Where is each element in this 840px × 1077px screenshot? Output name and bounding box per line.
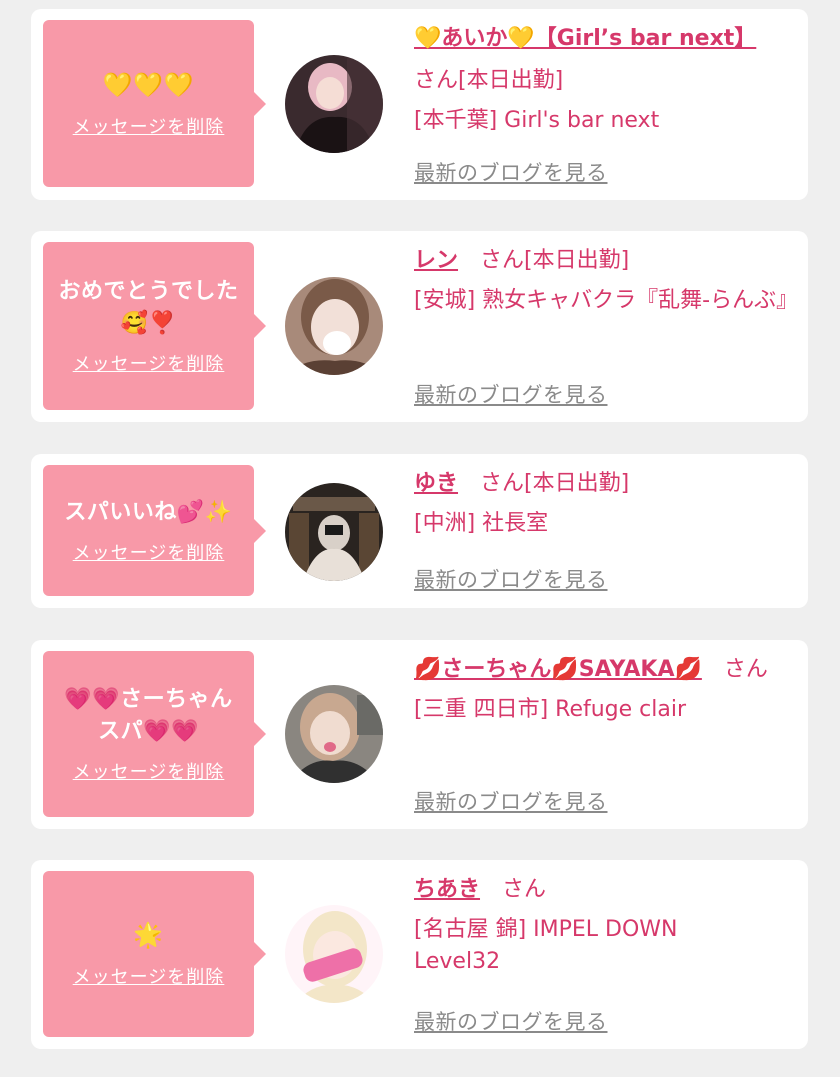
message-bubble: 🌟 メッセージを削除 bbox=[43, 871, 266, 1037]
avatar[interactable] bbox=[285, 277, 383, 375]
cast-name-link[interactable]: 💛あいか💛【Girl’s bar next】 bbox=[414, 26, 756, 51]
entry-info: ゆき さん[本日出勤] [中洲] 社長室 bbox=[414, 468, 794, 540]
shop-name: [本千葉] Girl's bar next bbox=[414, 108, 660, 133]
latest-blog-link[interactable]: 最新のブログを見る bbox=[414, 379, 608, 409]
latest-blog-link[interactable]: 最新のブログを見る bbox=[414, 786, 608, 816]
message-bubble: おめでとうでした🥰❣️ メッセージを削除 bbox=[43, 242, 266, 410]
avatar[interactable] bbox=[285, 483, 383, 581]
cast-name-link[interactable]: ゆき bbox=[414, 471, 458, 496]
message-text: スパいいね💕✨ bbox=[64, 499, 233, 525]
attendance-status: [本日出勤] bbox=[524, 248, 630, 273]
delete-message-link[interactable]: メッセージを削除 bbox=[73, 963, 225, 989]
message-text: 💛💛💛 bbox=[102, 70, 195, 99]
attendance-status: [本日出勤] bbox=[524, 471, 630, 496]
entry-info: 💋さーちゃん💋SAYAKA💋 さん [三重 四日市] Refuge clair bbox=[414, 654, 799, 726]
message-card: 🌟 メッセージを削除 ちあき さん [名古屋 錦] IMPEL DOWN Lev… bbox=[31, 860, 808, 1049]
delete-message-link[interactable]: メッセージを削除 bbox=[73, 113, 225, 139]
message-card: スパいいね💕✨ メッセージを削除 ゆき さん[本日出勤] [中洲] 社長室 最新… bbox=[31, 454, 808, 608]
latest-blog-link[interactable]: 最新のブログを見る bbox=[414, 1006, 608, 1036]
avatar-photo-icon bbox=[285, 483, 383, 581]
honorific: さん bbox=[723, 657, 768, 682]
entry-info: 💛あいか💛【Girl’s bar next】 さん[本日出勤] [本千葉] Gi… bbox=[414, 23, 794, 137]
cast-name-link[interactable]: レン bbox=[414, 248, 458, 273]
entry-info: レン さん[本日出勤] [安城] 熟女キャバクラ『乱舞-らんぶ』 bbox=[414, 245, 799, 317]
avatar-photo-icon bbox=[285, 277, 383, 375]
attendance-status: さん[本日出勤] bbox=[414, 68, 564, 93]
message-list: 💛💛💛 メッセージを削除 💛あいか💛【Girl’s bar next】 さん[本… bbox=[0, 0, 840, 1077]
message-bubble: 💛💛💛 メッセージを削除 bbox=[43, 20, 266, 187]
message-card: 💗💗さーちゃんスパ💗💗 メッセージを削除 💋さーちゃん💋SAYAKA💋 さん [… bbox=[31, 640, 808, 829]
cast-name-link[interactable]: 💋さーちゃん💋SAYAKA💋 bbox=[414, 657, 702, 682]
avatar[interactable] bbox=[285, 905, 383, 1003]
message-text: 🌟 bbox=[133, 921, 164, 949]
delete-message-link[interactable]: メッセージを削除 bbox=[73, 350, 225, 376]
message-card: おめでとうでした🥰❣️ メッセージを削除 レン さん[本日出勤] [安城] 熟女… bbox=[31, 231, 808, 422]
shop-name: [中洲] 社長室 bbox=[414, 511, 549, 536]
avatar[interactable] bbox=[285, 685, 383, 783]
shop-name: [名古屋 錦] IMPEL DOWN Level32 bbox=[414, 917, 678, 974]
cast-name-link[interactable]: ちあき bbox=[414, 877, 480, 902]
honorific: さん bbox=[480, 471, 525, 496]
shop-name: [安城] 熟女キャバクラ『乱舞-らんぶ』 bbox=[414, 288, 799, 313]
honorific: さん bbox=[502, 877, 547, 902]
delete-message-link[interactable]: メッセージを削除 bbox=[73, 758, 225, 784]
avatar-photo-icon bbox=[285, 905, 383, 1003]
message-bubble: 💗💗さーちゃんスパ💗💗 メッセージを削除 bbox=[43, 651, 266, 817]
shop-name: [三重 四日市] Refuge clair bbox=[414, 697, 687, 722]
delete-message-link[interactable]: メッセージを削除 bbox=[73, 539, 225, 565]
message-text: 💗💗さーちゃんスパ💗💗 bbox=[64, 687, 233, 744]
honorific: さん bbox=[480, 248, 525, 273]
message-text: おめでとうでした🥰❣️ bbox=[58, 279, 239, 336]
message-bubble: スパいいね💕✨ メッセージを削除 bbox=[43, 465, 266, 596]
message-card: 💛💛💛 メッセージを削除 💛あいか💛【Girl’s bar next】 さん[本… bbox=[31, 9, 808, 200]
avatar-photo-icon bbox=[285, 55, 383, 153]
latest-blog-link[interactable]: 最新のブログを見る bbox=[414, 157, 608, 187]
avatar-photo-icon bbox=[285, 685, 383, 783]
entry-info: ちあき さん [名古屋 錦] IMPEL DOWN Level32 bbox=[414, 874, 744, 978]
latest-blog-link[interactable]: 最新のブログを見る bbox=[414, 564, 608, 594]
avatar[interactable] bbox=[285, 55, 383, 153]
